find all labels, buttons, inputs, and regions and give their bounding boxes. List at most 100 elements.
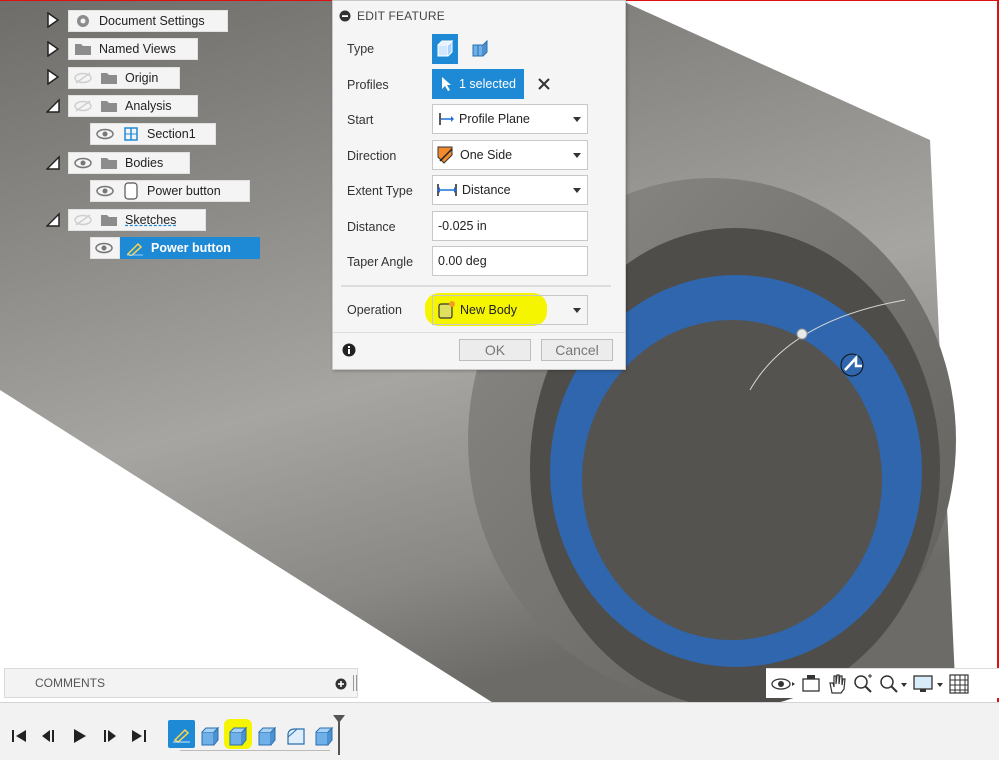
go-to-end-icon[interactable] xyxy=(128,725,150,747)
expand-arrow-icon[interactable] xyxy=(46,41,60,57)
timeline-extrude-feature-icon[interactable] xyxy=(256,725,278,747)
profiles-label: Profiles xyxy=(347,78,389,92)
eye-hidden-icon[interactable] xyxy=(73,97,93,115)
profiles-select-button[interactable]: 1 selected xyxy=(432,69,524,99)
folder-icon xyxy=(99,69,119,87)
chevron-down-icon xyxy=(573,117,581,122)
new-body-icon xyxy=(438,301,455,319)
navigation-toolbar xyxy=(766,668,999,698)
display-settings-icon[interactable] xyxy=(912,673,944,695)
step-forward-icon[interactable] xyxy=(98,725,120,747)
distance-label: Distance xyxy=(347,220,396,234)
cursor-arrow-icon xyxy=(442,77,451,91)
extent-type-label: Extent Type xyxy=(347,184,413,198)
ok-button[interactable]: OK xyxy=(459,339,531,361)
footer-divider xyxy=(333,332,625,333)
distance-extent-icon xyxy=(437,184,457,196)
browser-item-section1[interactable]: Section1 xyxy=(90,123,216,145)
browser-item-sketch-power-button[interactable]: Power button xyxy=(120,237,260,259)
direction-dropdown[interactable]: One Side xyxy=(432,140,588,170)
clear-selection-icon[interactable] xyxy=(538,78,550,90)
direction-value: One Side xyxy=(460,148,513,162)
panel-grip-icon[interactable] xyxy=(353,675,357,691)
profiles-selected-count: 1 selected xyxy=(459,77,516,91)
zoom-icon[interactable] xyxy=(852,673,874,695)
extent-type-value: Distance xyxy=(462,183,511,197)
grid-settings-icon[interactable] xyxy=(948,673,970,695)
browser-item-label: Named Views xyxy=(99,42,176,56)
browser-item-named-views[interactable]: Named Views xyxy=(68,38,198,60)
eye-icon[interactable] xyxy=(95,239,113,257)
timeline-marker-icon[interactable] xyxy=(331,713,347,757)
info-icon[interactable] xyxy=(342,343,356,357)
start-value: Profile Plane xyxy=(459,112,530,126)
chevron-down-icon xyxy=(573,153,581,158)
comments-panel[interactable]: COMMENTS xyxy=(4,668,358,698)
operation-dropdown[interactable]: New Body xyxy=(432,295,588,325)
collapse-arrow-icon[interactable] xyxy=(46,212,60,228)
expand-arrow-icon[interactable] xyxy=(46,12,60,28)
direction-label: Direction xyxy=(347,149,397,163)
browser-item-analysis[interactable]: Analysis xyxy=(68,95,198,117)
profile-plane-icon xyxy=(439,113,454,125)
dialog-header[interactable]: EDIT FEATURE xyxy=(333,5,625,27)
timeline-bar xyxy=(0,702,999,760)
orbit-icon[interactable] xyxy=(770,673,796,695)
eye-icon[interactable] xyxy=(73,154,93,172)
comments-title: COMMENTS xyxy=(35,676,105,690)
timeline-extrude-feature-icon[interactable] xyxy=(199,725,221,747)
browser-item-sketch-visibility[interactable] xyxy=(90,237,120,259)
go-to-start-icon[interactable] xyxy=(8,725,30,747)
browser-item-sketches[interactable]: Sketches xyxy=(68,209,206,231)
section-analysis-icon xyxy=(121,125,141,143)
eye-icon[interactable] xyxy=(95,182,115,200)
step-back-icon[interactable] xyxy=(38,725,60,747)
taper-angle-label: Taper Angle xyxy=(347,255,414,269)
folder-icon xyxy=(99,211,119,229)
play-icon[interactable] xyxy=(68,725,90,747)
extrude-thin-icon xyxy=(472,40,488,57)
taper-angle-input[interactable]: 0.00 deg xyxy=(432,246,588,276)
browser-item-label: Section1 xyxy=(147,127,196,141)
eye-hidden-icon[interactable] xyxy=(73,211,93,229)
collapse-arrow-icon[interactable] xyxy=(46,155,60,171)
extent-type-dropdown[interactable]: Distance xyxy=(432,175,588,205)
add-comment-icon[interactable] xyxy=(335,678,347,690)
distance-input[interactable]: -0.025 in xyxy=(432,211,588,241)
timeline-sketch-feature[interactable] xyxy=(168,720,195,748)
eye-icon[interactable] xyxy=(95,125,115,143)
cancel-button[interactable]: Cancel xyxy=(541,339,613,361)
operation-label: Operation xyxy=(347,303,402,317)
expand-arrow-icon[interactable] xyxy=(46,69,60,85)
sketch-icon xyxy=(173,728,190,743)
pan-hand-icon[interactable] xyxy=(826,673,848,695)
browser-item-origin[interactable]: Origin xyxy=(68,67,180,89)
timeline-fillet-feature-icon[interactable] xyxy=(285,725,307,747)
collapse-dialog-icon[interactable] xyxy=(339,10,351,22)
fit-window-icon[interactable] xyxy=(878,673,908,695)
browser-item-document-settings[interactable]: Document Settings xyxy=(68,10,228,32)
operation-value: New Body xyxy=(460,303,517,317)
browser-item-label: Power button xyxy=(147,184,221,198)
divider xyxy=(341,285,611,287)
browser-item-body-power-button[interactable]: Power button xyxy=(90,180,250,202)
type-solid-button[interactable] xyxy=(432,34,458,64)
folder-icon xyxy=(73,40,93,58)
timeline-track xyxy=(180,750,330,751)
type-thin-button[interactable] xyxy=(469,36,491,62)
distance-manipulator-icon xyxy=(840,353,864,377)
browser-item-label: Analysis xyxy=(125,99,172,113)
start-label: Start xyxy=(347,113,374,127)
chevron-down-icon xyxy=(573,308,581,313)
extrude-solid-icon xyxy=(437,40,454,57)
folder-icon xyxy=(99,154,119,172)
timeline-extrude-feature-selected-icon[interactable] xyxy=(227,725,249,747)
browser-item-bodies[interactable]: Bodies xyxy=(68,152,190,174)
collapse-arrow-icon[interactable] xyxy=(46,98,60,114)
start-dropdown[interactable]: Profile Plane xyxy=(432,104,588,134)
gear-icon xyxy=(73,12,93,30)
dialog-title: EDIT FEATURE xyxy=(357,9,445,23)
look-at-icon[interactable] xyxy=(800,673,822,695)
browser-item-label: Document Settings xyxy=(99,14,205,28)
eye-hidden-icon[interactable] xyxy=(73,69,93,87)
